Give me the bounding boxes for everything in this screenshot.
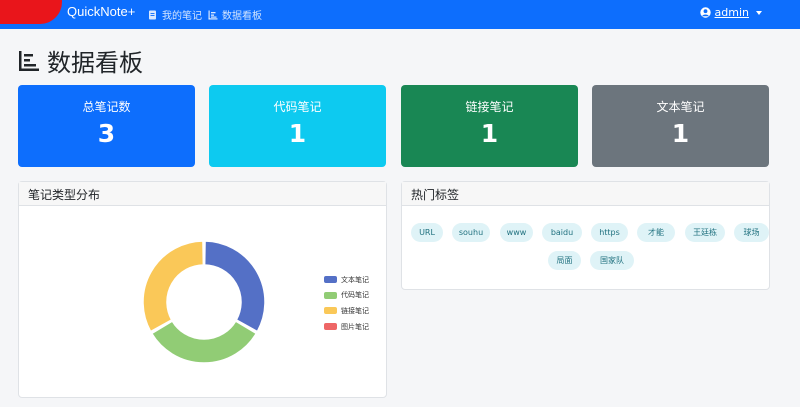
donut-slice-1[interactable] xyxy=(150,320,258,364)
legend-label: 图片笔记 xyxy=(341,322,369,331)
stat-value: 1 xyxy=(480,119,499,148)
legend-item[interactable]: 链接笔记 xyxy=(324,303,369,319)
stat-card-total: 总笔记数 3 xyxy=(18,85,195,167)
stat-label: 链接笔记 xyxy=(465,100,514,114)
page-title: 数据看板 xyxy=(18,43,143,78)
stat-value: 3 xyxy=(97,119,116,148)
tag-badge[interactable]: 局面 xyxy=(548,251,581,270)
legend-swatch xyxy=(324,323,337,331)
legend-label: 链接笔记 xyxy=(341,306,369,315)
nav-my-notes-label: 我的笔记 xyxy=(162,11,202,22)
legend-swatch xyxy=(324,276,337,284)
tag-badge[interactable]: URL xyxy=(411,223,443,242)
brand-link[interactable]: QuickNote+ xyxy=(67,4,135,19)
hot-tags-card: 热门标签 URL souhu www baidu https 才能 王廷栋 球场… xyxy=(401,181,770,290)
legend-label: 代码笔记 xyxy=(341,291,369,300)
stat-value: 1 xyxy=(288,119,307,148)
user-name: admin xyxy=(714,6,749,19)
bar-chart-icon xyxy=(208,10,218,19)
nav-dashboard[interactable]: 数据看板 xyxy=(208,7,262,22)
navbar: QuickNote+ 我的笔记 数据看板 admin xyxy=(0,0,800,29)
donut-slice-0[interactable] xyxy=(203,240,266,333)
nav-dashboard-label: 数据看板 xyxy=(222,11,262,22)
user-circle-icon xyxy=(699,7,711,18)
stat-card-text: 文本笔记 1 xyxy=(592,85,769,167)
tag-badge[interactable]: 王廷栋 xyxy=(685,223,725,242)
stat-label: 文本笔记 xyxy=(656,100,705,114)
hot-tags-card-title: 热门标签 xyxy=(402,182,769,206)
tag-badge[interactable]: baidu xyxy=(542,223,582,242)
legend-item[interactable]: 图片笔记 xyxy=(324,319,369,335)
stat-value: 1 xyxy=(671,119,690,148)
tag-badge[interactable]: https xyxy=(591,223,628,242)
bar-chart-icon xyxy=(19,50,39,71)
distribution-card: 笔记类型分布 文本笔记 代码笔记 链接笔记 图片笔记 xyxy=(18,181,387,398)
donut-slice-2[interactable] xyxy=(142,240,205,333)
tag-badge[interactable]: 国家队 xyxy=(590,251,634,270)
legend-item[interactable]: 代码笔记 xyxy=(324,288,369,304)
page-title-text: 数据看板 xyxy=(47,49,143,77)
distribution-card-title: 笔记类型分布 xyxy=(19,182,386,206)
stat-label: 总笔记数 xyxy=(82,100,131,114)
notes-icon xyxy=(149,10,156,19)
user-menu[interactable]: admin xyxy=(699,6,762,19)
nav-my-notes[interactable]: 我的笔记 xyxy=(148,7,202,22)
tag-badge[interactable]: souhu xyxy=(452,223,490,242)
stat-card-link: 链接笔记 1 xyxy=(401,85,578,167)
legend-label: 文本笔记 xyxy=(341,275,369,284)
legend-swatch xyxy=(324,307,337,315)
tag-badge[interactable]: www xyxy=(500,223,533,242)
chart-legend: 文本笔记 代码笔记 链接笔记 图片笔记 xyxy=(324,272,369,334)
tag-badge[interactable]: 才能 xyxy=(637,223,675,242)
stat-label: 代码笔记 xyxy=(273,100,322,114)
stat-card-code: 代码笔记 1 xyxy=(209,85,386,167)
legend-item[interactable]: 文本笔记 xyxy=(324,272,369,288)
logo xyxy=(0,0,62,24)
chevron-down-icon xyxy=(756,10,762,15)
tag-badge[interactable]: 球场 xyxy=(734,223,769,242)
legend-swatch xyxy=(324,291,337,299)
